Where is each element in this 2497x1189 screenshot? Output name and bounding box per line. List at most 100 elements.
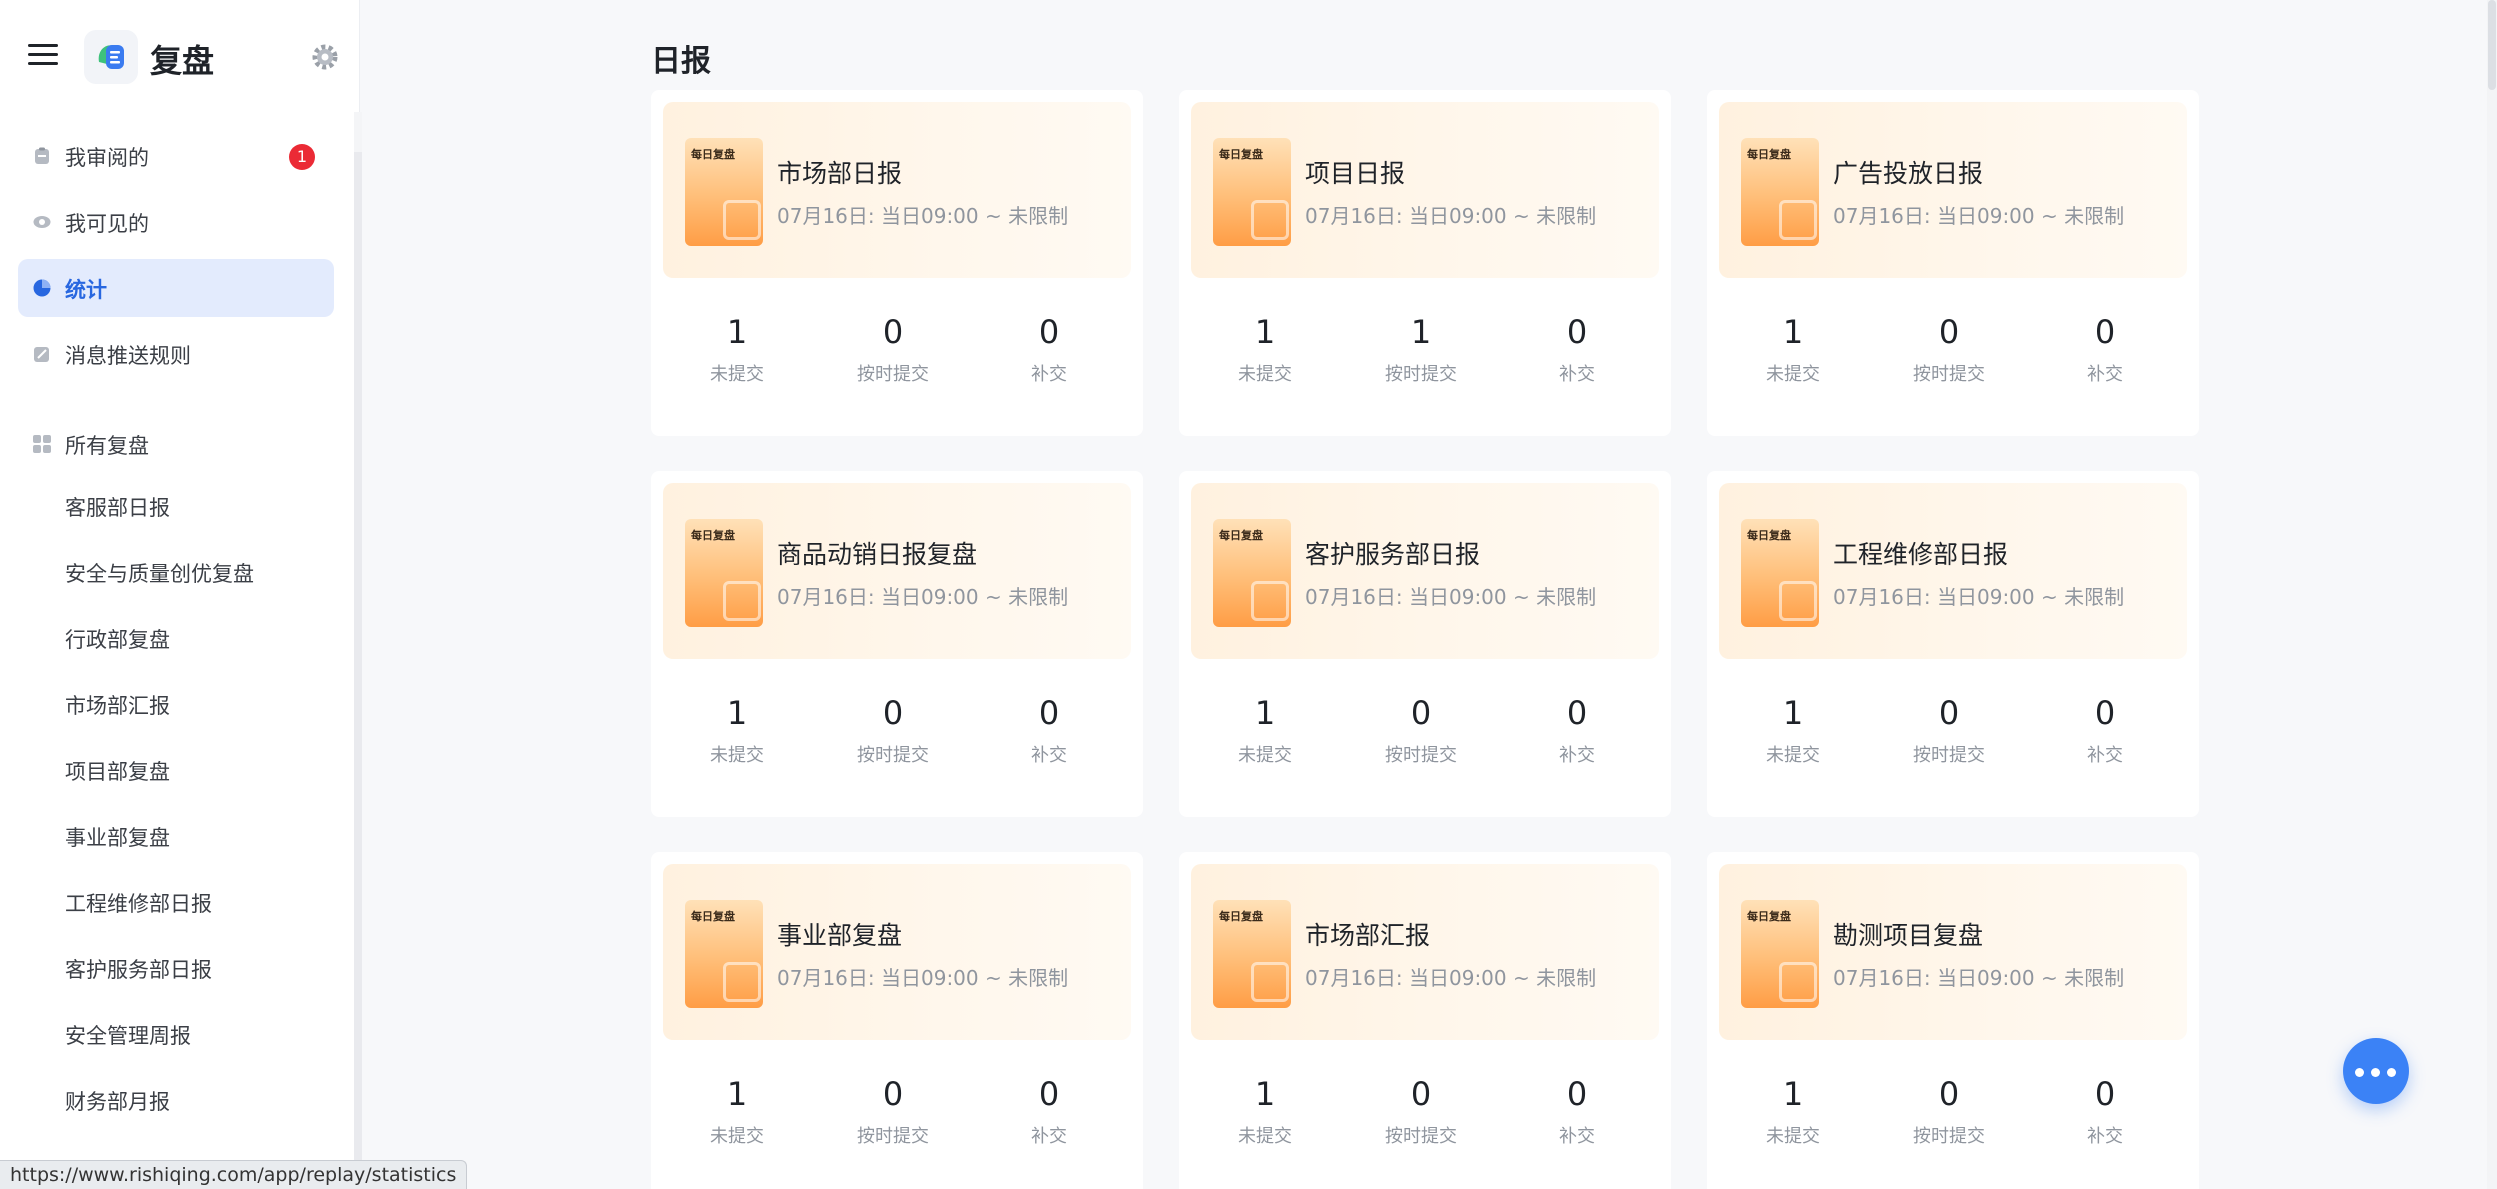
sidebar-scrollbar[interactable] xyxy=(354,112,362,1189)
stat-not-submitted[interactable]: 1 未提交 xyxy=(667,693,807,767)
nav-item-all-reviews[interactable]: 所有复盘 xyxy=(18,415,334,473)
card-subtitle: 07月16日: 当日09:00 ~ 未限制 xyxy=(1833,966,2125,990)
report-card[interactable]: 每日复盘 市场部日报 07月16日: 当日09:00 ~ 未限制 1 未提交 0 按… xyxy=(651,90,1143,436)
stat-late[interactable]: 0 补交 xyxy=(2035,1074,2175,1148)
stat-value: 0 xyxy=(882,1075,904,1113)
stat-on-time[interactable]: 0 按时提交 xyxy=(1351,1074,1491,1148)
stat-on-time[interactable]: 0 按时提交 xyxy=(1879,693,2019,767)
stat-not-submitted[interactable]: 1 未提交 xyxy=(1195,693,1335,767)
stat-value: 0 xyxy=(2094,313,2116,351)
stat-label: 按时提交 xyxy=(857,1126,929,1147)
stat-label: 按时提交 xyxy=(1913,1126,1985,1147)
stat-on-time[interactable]: 1 按时提交 xyxy=(1351,312,1491,386)
review-item[interactable]: 安全与质量创优复盘 xyxy=(18,543,334,601)
report-thumbnail: 每日复盘 xyxy=(1213,138,1291,246)
stat-late[interactable]: 0 补交 xyxy=(1507,1074,1647,1148)
calendar-icon xyxy=(1779,581,1817,621)
stat-value: 0 xyxy=(1566,313,1588,351)
main-scrollbar[interactable] xyxy=(2487,0,2497,1189)
card-header[interactable]: 每日复盘 市场部日报 07月16日: 当日09:00 ~ 未限制 xyxy=(663,102,1131,278)
nav-item-push-rules[interactable]: 消息推送规则 xyxy=(18,325,334,383)
review-item[interactable]: 工程维修部日报 xyxy=(18,873,334,931)
stat-late[interactable]: 0 补交 xyxy=(2035,693,2175,767)
card-header[interactable]: 每日复盘 工程维修部日报 07月16日: 当日09:00 ~ 未限制 xyxy=(1719,483,2187,659)
report-card[interactable]: 每日复盘 事业部复盘 07月16日: 当日09:00 ~ 未限制 1 未提交 0 按… xyxy=(651,852,1143,1189)
calendar-icon xyxy=(1251,200,1289,240)
stat-value: 1 xyxy=(726,313,748,351)
review-item-label: 客护服务部日报 xyxy=(65,958,212,982)
card-header[interactable]: 每日复盘 市场部汇报 07月16日: 当日09:00 ~ 未限制 xyxy=(1191,864,1659,1040)
stat-value: 1 xyxy=(1782,313,1804,351)
report-card[interactable]: 每日复盘 勘测项目复盘 07月16日: 当日09:00 ~ 未限制 1 未提交 0… xyxy=(1707,852,2199,1189)
stat-value: 0 xyxy=(1938,1075,1960,1113)
card-header[interactable]: 每日复盘 客护服务部日报 07月16日: 当日09:00 ~ 未限制 xyxy=(1191,483,1659,659)
stat-label: 未提交 xyxy=(1766,745,1820,766)
report-card[interactable]: 每日复盘 商品动销日报复盘 07月16日: 当日09:00 ~ 未限制 1 未提交… xyxy=(651,471,1143,817)
card-header[interactable]: 每日复盘 广告投放日报 07月16日: 当日09:00 ~ 未限制 xyxy=(1719,102,2187,278)
stat-on-time[interactable]: 0 按时提交 xyxy=(823,1074,963,1148)
stat-on-time[interactable]: 0 按时提交 xyxy=(823,312,963,386)
report-card[interactable]: 每日复盘 广告投放日报 07月16日: 当日09:00 ~ 未限制 1 未提交 0… xyxy=(1707,90,2199,436)
stat-late[interactable]: 0 补交 xyxy=(1507,312,1647,386)
report-card[interactable]: 每日复盘 市场部汇报 07月16日: 当日09:00 ~ 未限制 1 未提交 0 按… xyxy=(1179,852,1671,1189)
stat-late[interactable]: 0 补交 xyxy=(979,693,1119,767)
stat-late[interactable]: 0 补交 xyxy=(979,1074,1119,1148)
nav-item-visible-to-me[interactable]: 我可见的 xyxy=(18,193,334,251)
card-header[interactable]: 每日复盘 商品动销日报复盘 07月16日: 当日09:00 ~ 未限制 xyxy=(663,483,1131,659)
stat-not-submitted[interactable]: 1 未提交 xyxy=(1195,1074,1335,1148)
stat-not-submitted[interactable]: 1 未提交 xyxy=(1723,693,1863,767)
report-thumbnail: 每日复盘 xyxy=(1213,519,1291,627)
stat-on-time[interactable]: 0 按时提交 xyxy=(1879,1074,2019,1148)
review-item[interactable]: 安全管理周报 xyxy=(18,1005,334,1063)
calendar-icon xyxy=(723,581,761,621)
thumbnail-label: 每日复盘 xyxy=(691,910,735,923)
settings-gear-icon[interactable] xyxy=(310,42,340,72)
menu-icon[interactable] xyxy=(28,44,58,68)
report-card[interactable]: 每日复盘 项目日报 07月16日: 当日09:00 ~ 未限制 1 未提交 1 按时… xyxy=(1179,90,1671,436)
thumbnail-label: 每日复盘 xyxy=(1219,910,1263,923)
nav-item-reviewed-by-me[interactable]: 我审阅的 1 xyxy=(18,127,334,185)
file-icon xyxy=(33,827,51,845)
stat-label: 按时提交 xyxy=(1385,364,1457,385)
review-item-label: 事业部复盘 xyxy=(65,826,170,850)
stat-not-submitted[interactable]: 1 未提交 xyxy=(1195,312,1335,386)
stat-value: 0 xyxy=(1038,694,1060,732)
review-item[interactable]: 项目部复盘 xyxy=(18,741,334,799)
stat-not-submitted[interactable]: 1 未提交 xyxy=(1723,1074,1863,1148)
stat-value: 0 xyxy=(1038,313,1060,351)
main-scrollbar-thumb[interactable] xyxy=(2488,0,2496,90)
stat-late[interactable]: 0 补交 xyxy=(979,312,1119,386)
stat-not-submitted[interactable]: 1 未提交 xyxy=(1723,312,1863,386)
stat-not-submitted[interactable]: 1 未提交 xyxy=(667,312,807,386)
stat-value: 0 xyxy=(1410,1075,1432,1113)
stat-label: 按时提交 xyxy=(1913,364,1985,385)
review-item[interactable]: 事业部复盘 xyxy=(18,807,334,865)
card-header[interactable]: 每日复盘 事业部复盘 07月16日: 当日09:00 ~ 未限制 xyxy=(663,864,1131,1040)
review-item[interactable]: 行政部复盘 xyxy=(18,609,334,667)
report-thumbnail: 每日复盘 xyxy=(1213,900,1291,1008)
report-thumbnail: 每日复盘 xyxy=(685,519,763,627)
review-item[interactable]: 财务部月报 xyxy=(18,1071,334,1129)
report-card[interactable]: 每日复盘 客护服务部日报 07月16日: 当日09:00 ~ 未限制 1 未提交 … xyxy=(1179,471,1671,817)
review-item[interactable]: 客服部日报 xyxy=(18,477,334,535)
report-card[interactable]: 每日复盘 工程维修部日报 07月16日: 当日09:00 ~ 未限制 1 未提交 … xyxy=(1707,471,2199,817)
stat-late[interactable]: 0 补交 xyxy=(2035,312,2175,386)
stat-not-submitted[interactable]: 1 未提交 xyxy=(667,1074,807,1148)
stat-on-time[interactable]: 0 按时提交 xyxy=(823,693,963,767)
review-item[interactable]: 客护服务部日报 xyxy=(18,939,334,997)
file-icon xyxy=(33,1091,51,1109)
file-icon xyxy=(33,1025,51,1043)
card-header[interactable]: 每日复盘 项目日报 07月16日: 当日09:00 ~ 未限制 xyxy=(1191,102,1659,278)
calendar-icon xyxy=(723,200,761,240)
stat-on-time[interactable]: 0 按时提交 xyxy=(1351,693,1491,767)
more-actions-button[interactable] xyxy=(2343,1038,2409,1104)
clipboard-icon xyxy=(33,147,51,165)
review-item[interactable]: 市场部汇报 xyxy=(18,675,334,733)
card-header[interactable]: 每日复盘 勘测项目复盘 07月16日: 当日09:00 ~ 未限制 xyxy=(1719,864,2187,1040)
app-logo xyxy=(84,30,138,84)
nav-item-statistics[interactable]: 统计 xyxy=(18,259,334,317)
card-subtitle: 07月16日: 当日09:00 ~ 未限制 xyxy=(777,204,1069,228)
more-dot-icon xyxy=(2355,1068,2364,1077)
stat-late[interactable]: 0 补交 xyxy=(1507,693,1647,767)
stat-on-time[interactable]: 0 按时提交 xyxy=(1879,312,2019,386)
